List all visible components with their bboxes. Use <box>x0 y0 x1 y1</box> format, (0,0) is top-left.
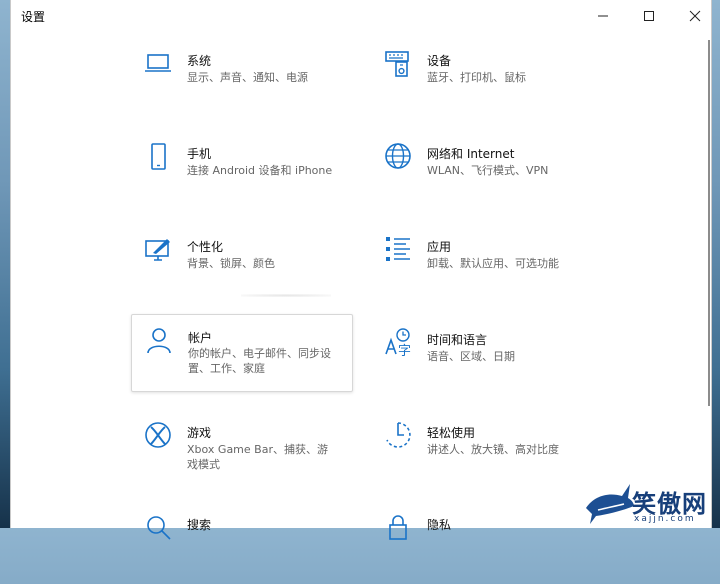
tile-label: 系统 <box>187 54 212 68</box>
tile-gaming[interactable]: 游戏 Xbox Game Bar、捕获、游戏模式 <box>131 416 351 492</box>
globe-icon <box>383 141 417 175</box>
divider <box>241 294 331 297</box>
tile-apps[interactable]: 应用 卸载、默认应用、可选功能 <box>371 230 591 306</box>
close-button[interactable] <box>672 0 718 32</box>
scrollbar[interactable] <box>708 40 710 406</box>
tile-system[interactable]: 系统 显示、声音、通知、电源 <box>131 44 351 120</box>
tile-description: 你的帐户、电子邮件、同步设置、工作、家庭 <box>188 347 331 375</box>
laptop-icon <box>143 48 177 82</box>
shark-icon <box>586 484 634 524</box>
tile-network[interactable]: 网络和 Internet WLAN、飞行模式、VPN <box>371 137 591 213</box>
tile-description: 卸载、默认应用、可选功能 <box>427 257 559 270</box>
tile-label: 应用 <box>427 240 452 254</box>
tile-label: 个性化 <box>187 240 224 254</box>
tile-label: 隐私 <box>427 518 452 532</box>
tile-description: 背景、锁屏、颜色 <box>187 257 275 270</box>
tile-search[interactable]: 搜索 <box>131 508 351 584</box>
tile-time-language[interactable]: 字 时间和语言 语音、区域、日期 <box>371 323 591 399</box>
lock-icon <box>383 512 417 546</box>
tile-label: 手机 <box>187 147 212 161</box>
ease-of-access-icon <box>383 420 417 454</box>
tile-label: 搜索 <box>187 518 212 532</box>
tile-label: 游戏 <box>187 426 212 440</box>
maximize-icon <box>644 11 654 21</box>
tile-label: 帐户 <box>188 331 213 345</box>
tile-accounts[interactable]: 帐户 你的帐户、电子邮件、同步设置、工作、家庭 <box>131 314 353 392</box>
minimize-button[interactable] <box>580 0 626 32</box>
tile-label: 设备 <box>427 54 452 68</box>
search-icon <box>143 512 177 546</box>
tile-label: 轻松使用 <box>427 426 476 440</box>
tile-description: 显示、声音、通知、电源 <box>187 71 308 84</box>
tile-label: 网络和 Internet <box>427 147 515 161</box>
tile-ease-of-access[interactable]: 轻松使用 讲述人、放大镜、高对比度 <box>371 416 591 492</box>
tile-devices[interactable]: 设备 蓝牙、打印机、鼠标 <box>371 44 591 120</box>
minimize-icon <box>598 15 608 17</box>
settings-window: 设置 系统 显示、声音、通知、电源 设备 蓝牙、打印机、鼠标 手机 连接 And… <box>10 0 712 540</box>
tile-label: 时间和语言 <box>427 333 488 347</box>
xbox-icon <box>143 420 177 454</box>
tile-description: 蓝牙、打印机、鼠标 <box>427 71 526 84</box>
close-icon <box>689 10 701 22</box>
watermark-logo: 笑傲网 xajjn.com <box>584 478 720 528</box>
title-bar[interactable]: 设置 <box>11 0 711 32</box>
tile-description: Xbox Game Bar、捕获、游戏模式 <box>187 443 328 471</box>
tile-phone[interactable]: 手机 连接 Android 设备和 iPhone <box>131 137 351 213</box>
time-language-icon: 字 <box>383 327 417 361</box>
tile-description: 语音、区域、日期 <box>427 350 515 363</box>
tile-description: WLAN、飞行模式、VPN <box>427 164 549 177</box>
svg-text:字: 字 <box>398 344 411 357</box>
tile-description: 连接 Android 设备和 iPhone <box>187 164 333 177</box>
phone-icon <box>143 141 177 175</box>
tile-privacy[interactable]: 隐私 <box>371 508 591 584</box>
maximize-button[interactable] <box>626 0 672 32</box>
watermark-url: xajjn.com <box>634 514 696 524</box>
paint-brush-icon <box>143 234 177 268</box>
person-icon <box>144 325 178 359</box>
window-title: 设置 <box>21 10 46 24</box>
tile-description: 讲述人、放大镜、高对比度 <box>427 443 559 456</box>
apps-list-icon <box>383 234 417 268</box>
keyboard-device-icon <box>383 48 417 82</box>
